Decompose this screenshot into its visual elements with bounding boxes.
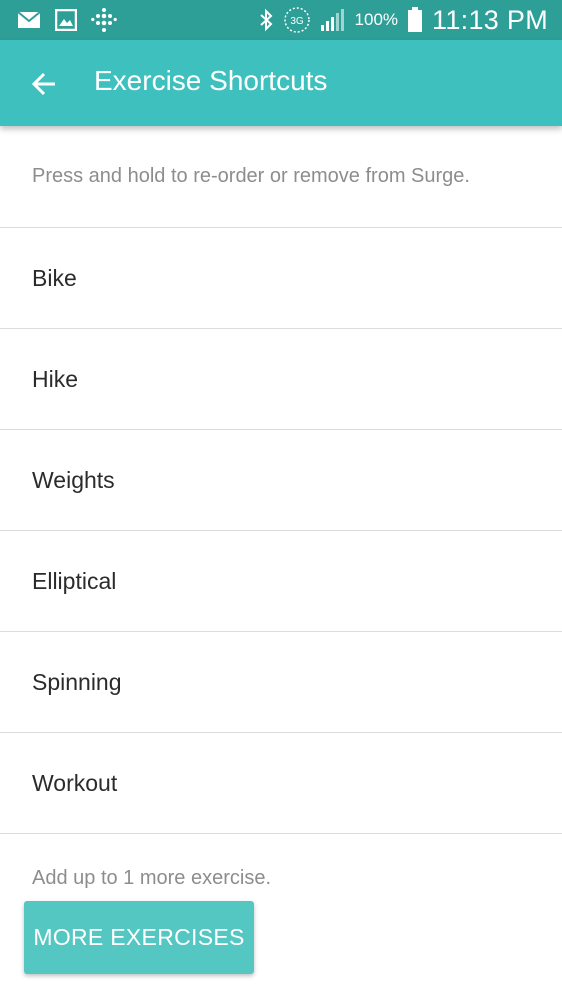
exercise-item-weights[interactable]: Weights <box>0 430 562 531</box>
reorder-hint: Press and hold to re-order or remove fro… <box>32 165 470 187</box>
exercise-item-workout[interactable]: Workout <box>0 733 562 834</box>
arrow-left-icon <box>31 72 55 96</box>
battery-percentage: 100% <box>354 10 399 29</box>
exercise-label: Spinning <box>32 668 122 695</box>
exercise-label: Hike <box>32 365 79 392</box>
exercise-label: Elliptical <box>32 567 117 594</box>
exercise-item-elliptical[interactable]: Elliptical <box>0 531 562 632</box>
more-exercises-button[interactable]: MORE EXERCISES <box>24 901 254 974</box>
battery-icon <box>407 7 423 33</box>
bluetooth-icon <box>258 8 274 32</box>
back-button[interactable] <box>22 62 66 106</box>
page-title: Exercise Shortcuts <box>94 65 328 96</box>
exercise-label: Bike <box>32 264 77 291</box>
signal-icon <box>320 8 346 32</box>
fitbit-icon <box>91 7 117 33</box>
network-type-label: 3G <box>290 16 304 27</box>
status-bar-clock: 11:13 PM <box>432 4 548 35</box>
status-bar-notifications <box>17 7 117 33</box>
exercise-list: Bike Hike Weights Elliptical Spinning Wo… <box>0 227 562 834</box>
image-icon <box>55 9 77 31</box>
exercise-item-spinning[interactable]: Spinning <box>0 632 562 733</box>
exercise-item-hike[interactable]: Hike <box>0 329 562 430</box>
mail-icon <box>17 10 41 30</box>
app-bar: Exercise Shortcuts <box>0 40 562 126</box>
exercise-label: Weights <box>32 466 115 493</box>
exercise-item-bike[interactable]: Bike <box>0 228 562 329</box>
remaining-exercises-note: Add up to 1 more exercise. <box>32 867 272 889</box>
3g-icon: 3G <box>283 6 311 34</box>
status-bar: 3G 100% 11:13 PM <box>0 0 562 40</box>
status-bar-system: 3G 100% 11:13 PM <box>258 4 548 36</box>
exercise-label: Workout <box>32 769 118 796</box>
